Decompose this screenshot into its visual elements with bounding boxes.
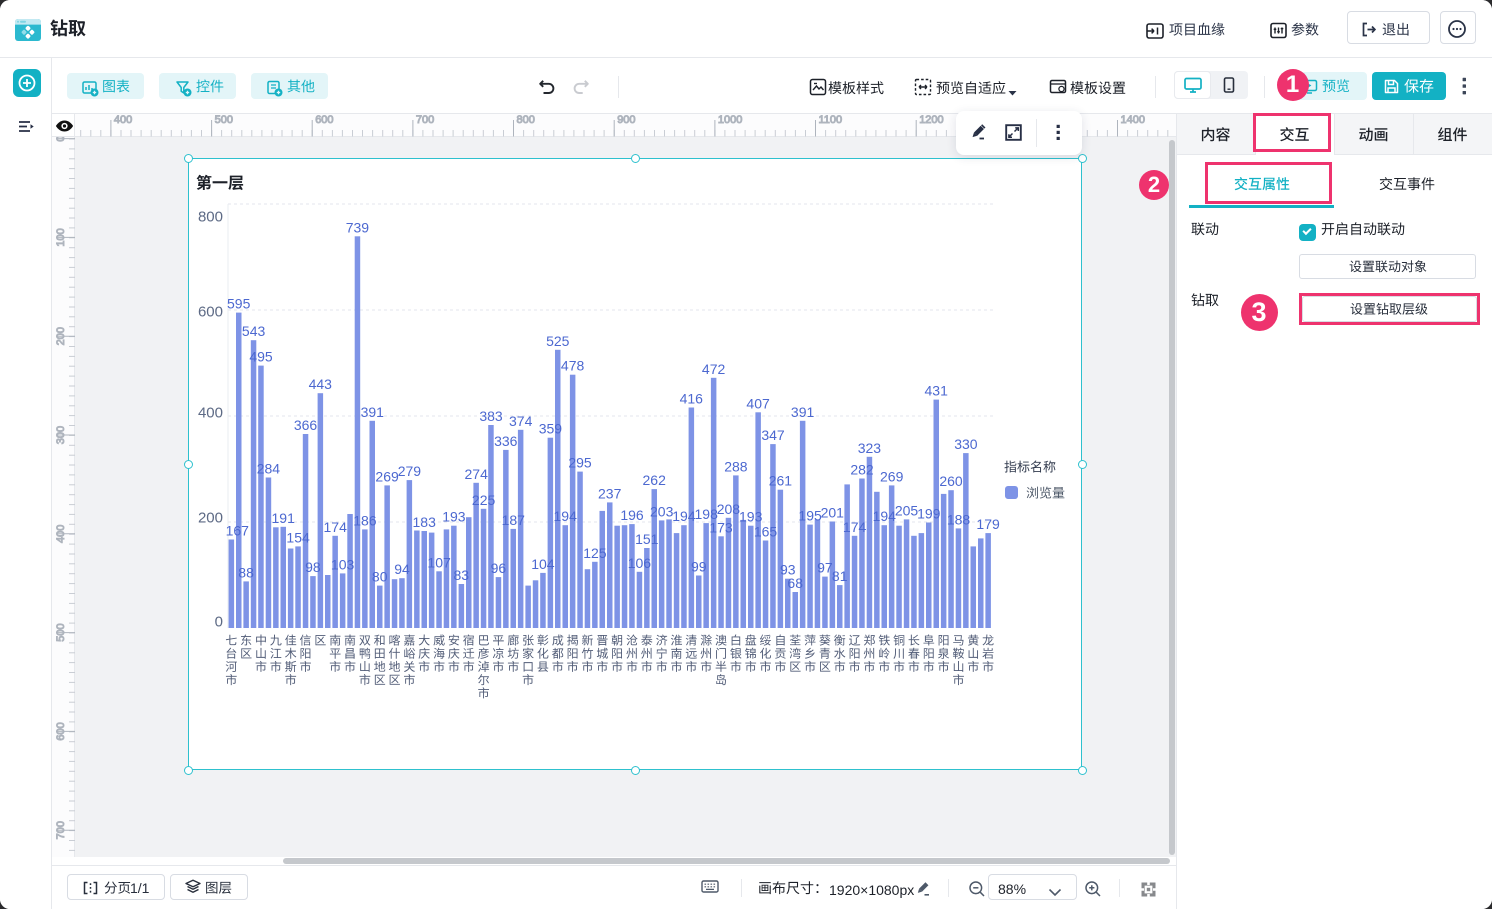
svg-text:100: 100 (55, 228, 67, 246)
svg-text:400: 400 (55, 525, 67, 543)
svg-text:300: 300 (55, 426, 67, 444)
svg-text:400: 400 (114, 114, 132, 126)
svg-text:1000: 1000 (718, 114, 742, 126)
svg-text:600: 600 (55, 722, 67, 740)
svg-text:700: 700 (416, 114, 434, 126)
svg-text:600: 600 (315, 114, 333, 126)
svg-text:800: 800 (517, 114, 535, 126)
svg-text:1400: 1400 (1121, 114, 1145, 126)
svg-text:900: 900 (617, 114, 635, 126)
svg-text:200: 200 (55, 327, 67, 345)
svg-text:1100: 1100 (819, 114, 843, 126)
svg-text:500: 500 (215, 114, 233, 126)
svg-text:1200: 1200 (919, 114, 943, 126)
svg-text:700: 700 (55, 821, 67, 839)
svg-text:500: 500 (55, 623, 67, 641)
